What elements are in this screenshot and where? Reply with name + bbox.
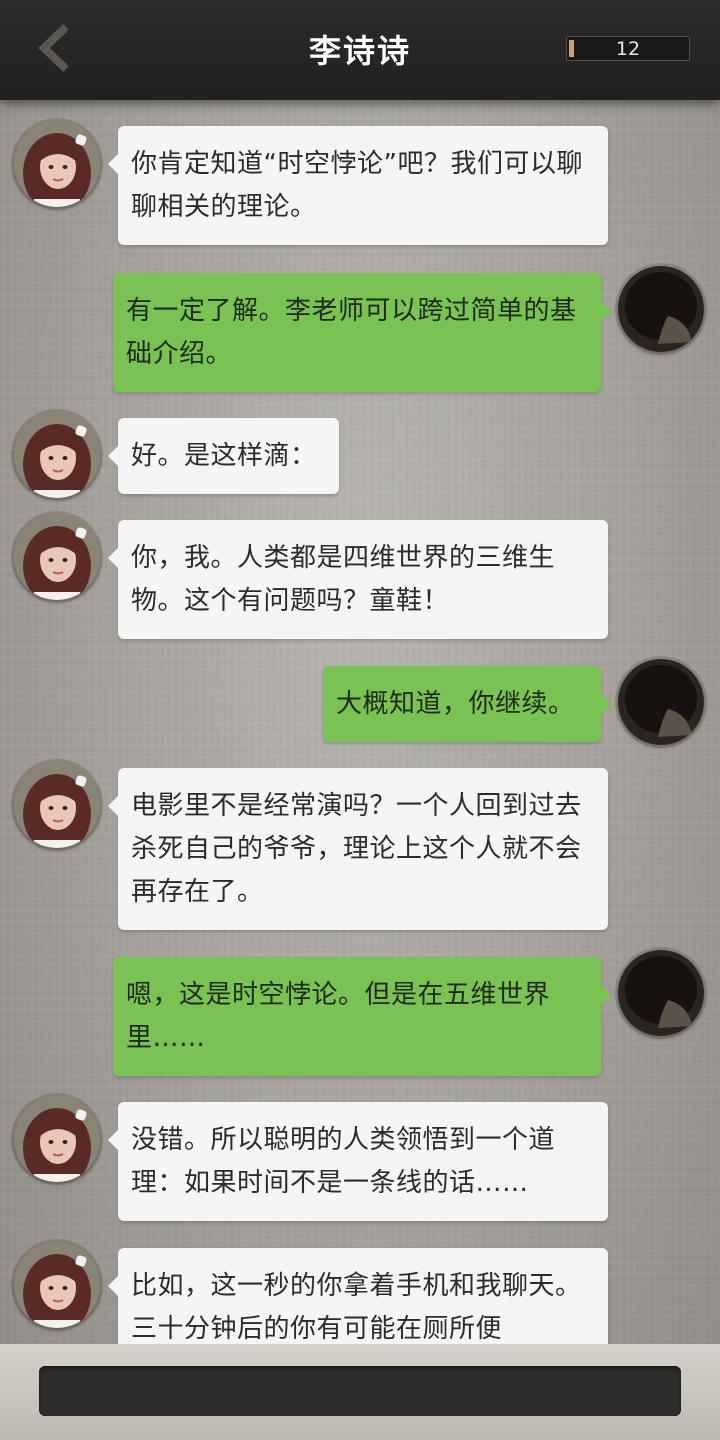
counter-value: 12 xyxy=(615,38,641,60)
message-bubble-incoming[interactable]: 你，我。人类都是四维世界的三维生物。这个有问题吗？童鞋！ xyxy=(108,520,608,639)
message-text: 没错。所以聪明的人类领悟到一个道理：如果时间不是一条线的话…… xyxy=(131,1125,556,1198)
message-bubble-outgoing[interactable]: 大概知道，你继续。 xyxy=(323,666,611,742)
user-avatar[interactable] xyxy=(618,266,704,352)
chat-thread[interactable]: 你肯定知道“时空悖论”吧？我们可以聊聊相关的理论。 有一定了解。李老师可以跨过简… xyxy=(0,100,720,1344)
message-bubble-incoming[interactable]: 没错。所以聪明的人类领悟到一个道理：如果时间不是一条线的话…… xyxy=(108,1102,608,1221)
input-bar xyxy=(0,1344,720,1440)
message-text: 好。是这样滴： xyxy=(131,441,317,471)
contact-avatar[interactable] xyxy=(14,121,100,207)
message-bubble-outgoing[interactable]: 有一定了解。李老师可以跨过简单的基础介绍。 xyxy=(113,273,611,392)
header-bar: 李诗诗 12 xyxy=(0,0,720,100)
message-text: 比如，这一秒的你拿着手机和我聊天。三十分钟后的你有可能在厕所便 xyxy=(131,1271,582,1344)
message-bubble-incoming[interactable]: 你肯定知道“时空悖论”吧？我们可以聊聊相关的理论。 xyxy=(108,126,608,245)
user-avatar[interactable] xyxy=(618,659,704,745)
message-text: 你肯定知道“时空悖论”吧？我们可以聊聊相关的理论。 xyxy=(131,149,583,222)
contact-avatar[interactable] xyxy=(14,1242,100,1328)
contact-avatar[interactable] xyxy=(14,412,100,498)
message-bubble-outgoing[interactable]: 嗯，这是时空悖论。但是在五维世界里…… xyxy=(113,957,611,1076)
contact-avatar[interactable] xyxy=(14,762,100,848)
message-text: 嗯，这是时空悖论。但是在五维世界里…… xyxy=(126,980,551,1053)
user-avatar[interactable] xyxy=(618,950,704,1036)
contact-avatar[interactable] xyxy=(14,1096,100,1182)
message-text: 电影里不是经常演吗？一个人回到过去杀死自己的爷爷，理论上这个人就不会再存在了。 xyxy=(131,791,582,907)
energy-counter: 12 xyxy=(566,36,690,61)
message-text: 大概知道，你继续。 xyxy=(336,689,575,719)
message-input[interactable] xyxy=(39,1366,681,1416)
message-text: 有一定了解。李老师可以跨过简单的基础介绍。 xyxy=(126,296,577,369)
message-bubble-incoming[interactable]: 好。是这样滴： xyxy=(108,418,339,494)
message-bubble-incoming[interactable]: 电影里不是经常演吗？一个人回到过去杀死自己的爷爷，理论上这个人就不会再存在了。 xyxy=(108,768,608,930)
message-text: 你，我。人类都是四维世界的三维生物。这个有问题吗？童鞋！ xyxy=(131,543,556,616)
message-bubble-incoming[interactable]: 比如，这一秒的你拿着手机和我聊天。三十分钟后的你有可能在厕所便 xyxy=(108,1248,608,1344)
contact-avatar[interactable] xyxy=(14,514,100,600)
